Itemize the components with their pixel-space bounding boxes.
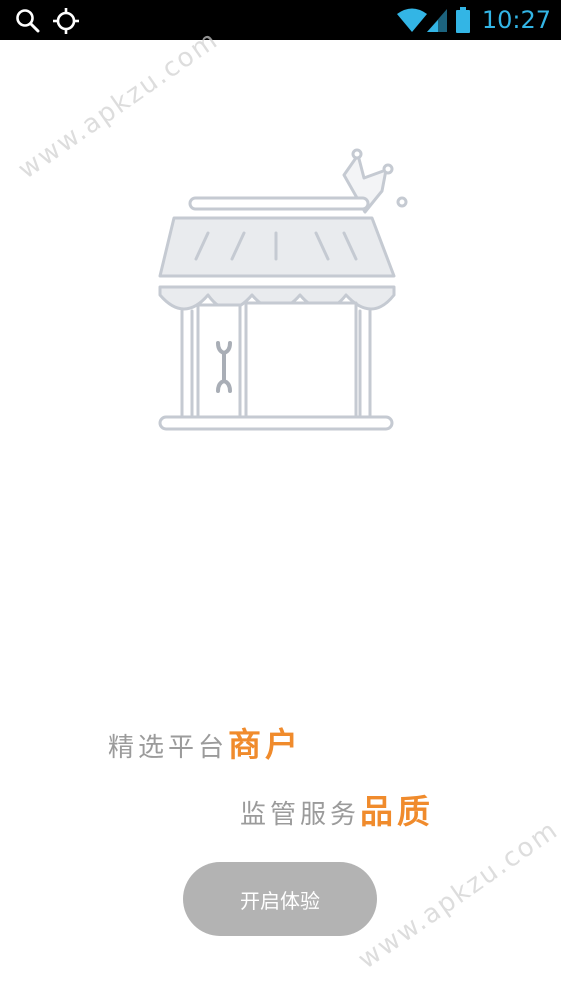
watermark-bottom: www.apkzu.com xyxy=(352,814,561,976)
tagline-1-plain: 精选平台 xyxy=(108,733,229,763)
tagline-2-accent: 品质 xyxy=(360,792,435,831)
wifi-icon xyxy=(397,8,427,32)
tagline-2-plain: 监管服务 xyxy=(240,800,361,830)
battery-icon xyxy=(456,7,470,33)
signal-icon xyxy=(427,9,447,32)
tagline-1-accent: 商户 xyxy=(228,725,303,764)
storefront-with-crown-icon xyxy=(158,148,408,431)
start-experience-button[interactable]: 开启体验 xyxy=(183,862,377,936)
status-bar: 10:27 xyxy=(0,0,561,40)
status-time: 10:27 xyxy=(481,6,551,34)
tagline-line-2: 监管服务品质 xyxy=(240,785,434,833)
gps-icon xyxy=(53,8,79,34)
search-icon xyxy=(16,9,40,33)
tagline-line-1: 精选平台商户 xyxy=(108,718,302,766)
